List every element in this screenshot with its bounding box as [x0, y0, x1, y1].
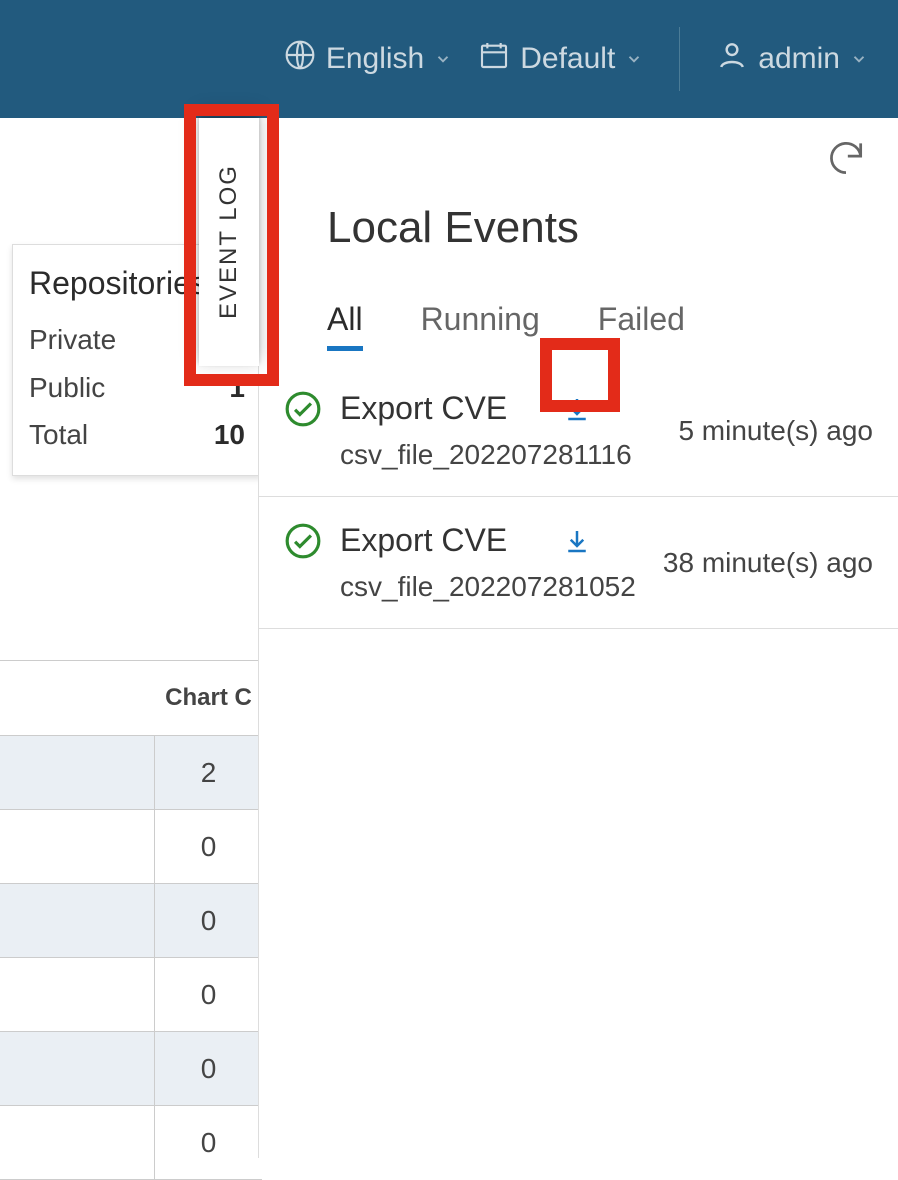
event-body: Export CVE csv_file_202207281116: [340, 390, 660, 471]
theme-selector[interactable]: Default: [478, 39, 643, 79]
top-bar: English Default admin: [0, 0, 898, 118]
header-divider: [679, 27, 680, 91]
event-body: Export CVE csv_file_202207281052: [340, 522, 645, 603]
table-cell-value: 0: [155, 810, 262, 883]
table-header: Chart C: [0, 661, 262, 736]
event-log-tab-handle[interactable]: EVENT LOG: [199, 118, 259, 366]
table-cell-left: [0, 958, 155, 1031]
success-icon: [284, 390, 322, 433]
event-tabs: All Running Failed: [259, 253, 898, 351]
event-time: 38 minute(s) ago: [663, 547, 873, 579]
repo-label: Private: [29, 316, 116, 364]
repo-row: Public 1: [29, 364, 245, 412]
table-cell-left: [0, 884, 155, 957]
event-name: Export CVE: [340, 522, 507, 559]
chevron-down-icon: [850, 42, 868, 76]
repo-value: 10: [214, 411, 245, 459]
table-cell-value: 0: [155, 1106, 262, 1179]
table-cell-value: 0: [155, 884, 262, 957]
download-button[interactable]: [562, 526, 592, 556]
table-row: 0: [0, 1106, 262, 1180]
tab-all[interactable]: All: [327, 301, 363, 351]
success-icon: [284, 522, 322, 565]
chart-table: Chart C 200000: [0, 660, 262, 1180]
user-label: admin: [758, 42, 840, 76]
chevron-down-icon: [625, 42, 643, 76]
globe-icon: [284, 39, 316, 79]
language-label: English: [326, 42, 424, 76]
event-log-drawer: EVENT LOG Local Events AllRunningFailed …: [258, 118, 898, 1158]
repo-value: 1: [229, 364, 245, 412]
download-button[interactable]: [562, 394, 592, 424]
table-cell-left: [0, 810, 155, 883]
event-log-tab-label: EVENT LOG: [215, 165, 243, 320]
table-row: 2: [0, 736, 262, 810]
user-icon: [716, 39, 748, 79]
theme-label: Default: [520, 42, 615, 76]
event-item: Export CVE csv_file_202207281052 38 minute…: [259, 497, 898, 629]
user-menu[interactable]: admin: [716, 39, 868, 79]
table-row: 0: [0, 1032, 262, 1106]
table-header-right: Chart C: [155, 684, 262, 712]
tab-running[interactable]: Running: [421, 301, 540, 351]
repo-label: Public: [29, 364, 105, 412]
table-row: 0: [0, 884, 262, 958]
repo-label: Total: [29, 411, 88, 459]
event-file: csv_file_202207281116: [340, 439, 660, 471]
event-time: 5 minute(s) ago: [678, 415, 873, 447]
panel-title: Local Events: [259, 118, 898, 253]
table-cell-value: 2: [155, 736, 262, 809]
calendar-icon: [478, 39, 510, 79]
table-cell-value: 0: [155, 1032, 262, 1105]
event-name: Export CVE: [340, 390, 507, 427]
table-row: 0: [0, 810, 262, 884]
repo-row: Total 10: [29, 411, 245, 459]
tab-failed[interactable]: Failed: [598, 301, 685, 351]
table-cell-left: [0, 1032, 155, 1105]
language-selector[interactable]: English: [284, 39, 452, 79]
refresh-button[interactable]: [824, 136, 868, 185]
event-list: Export CVE csv_file_202207281116 5 minute(…: [259, 351, 898, 629]
table-cell-left: [0, 1106, 155, 1179]
event-item: Export CVE csv_file_202207281116 5 minute(…: [259, 365, 898, 497]
event-file: csv_file_202207281052: [340, 571, 645, 603]
table-cell-value: 0: [155, 958, 262, 1031]
table-row: 0: [0, 958, 262, 1032]
table-cell-left: [0, 736, 155, 809]
chevron-down-icon: [434, 42, 452, 76]
